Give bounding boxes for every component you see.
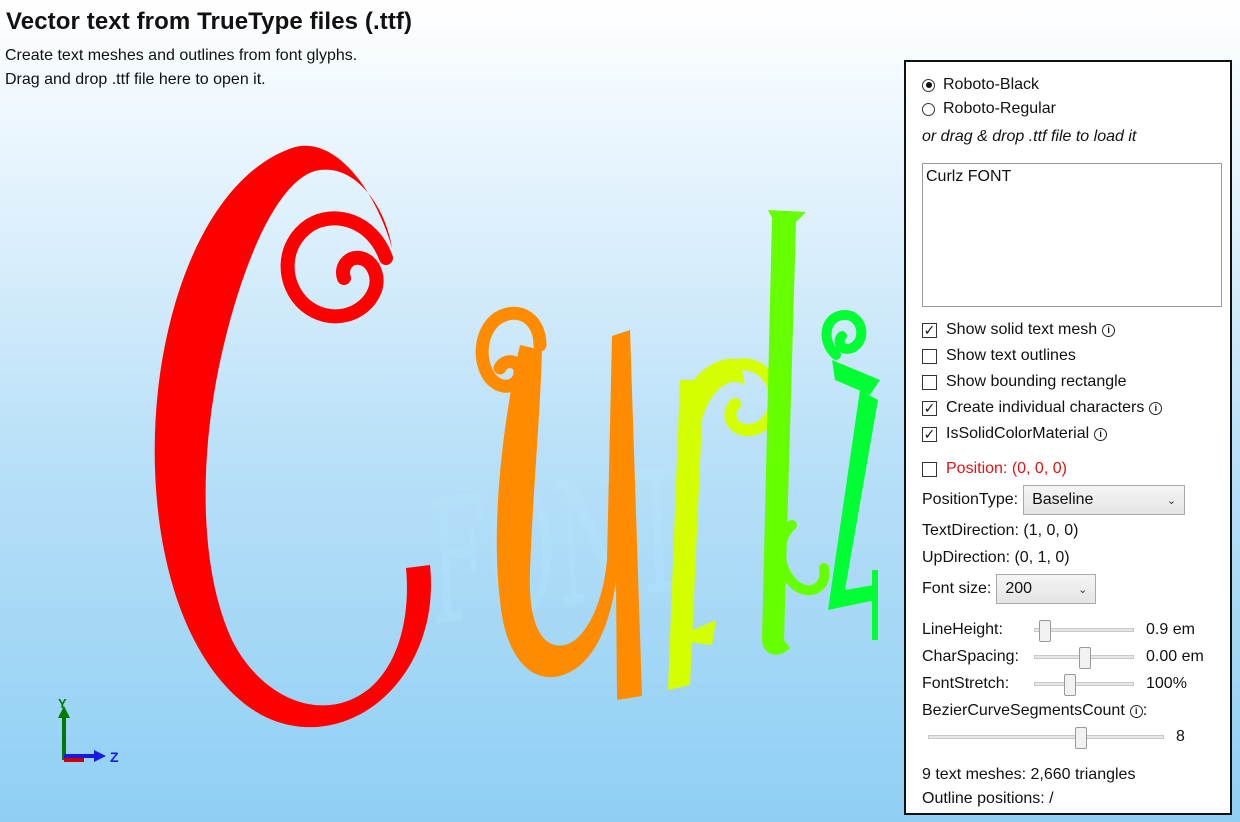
position-type-label: PositionType:: [922, 491, 1019, 508]
info-icon[interactable]: i: [1094, 427, 1108, 441]
font-option-label: Roboto-Black: [943, 76, 1040, 93]
info-icon[interactable]: i: [1149, 401, 1163, 415]
font-stretch-row: FontStretch: 100%: [922, 674, 1187, 696]
3d-viewport[interactable]: FONT: [0, 90, 900, 822]
line-height-value: 0.9 em: [1146, 621, 1195, 638]
bezier-value: 8: [1176, 728, 1185, 745]
info-icon[interactable]: i: [1129, 704, 1143, 718]
checkbox-is-solid-color-material[interactable]: ✓: [922, 426, 937, 442]
bezier-label-suffix: :: [1142, 702, 1148, 719]
option-show-bounding-rectangle[interactable]: Show bounding rectangle: [922, 373, 1127, 391]
bezier-label-row: BezierCurveSegmentsCount i :: [922, 702, 1147, 720]
position-type-row: PositionType: Baseline ⌄: [922, 485, 1186, 515]
font-option-roboto-black[interactable]: Roboto-Black: [922, 76, 1039, 94]
position-type-value: Baseline: [1032, 491, 1094, 508]
page-title: Vector text from TrueType files (.ttf): [6, 8, 413, 35]
option-show-text-outlines[interactable]: Show text outlines: [922, 347, 1076, 365]
letter-c: [154, 145, 431, 728]
outline-positions: Outline positions: /: [922, 790, 1054, 807]
slider-thumb[interactable]: [1074, 727, 1087, 749]
font-stretch-value: 100%: [1146, 675, 1187, 692]
slider-thumb[interactable]: [1039, 620, 1052, 642]
checkbox-position[interactable]: [922, 461, 937, 477]
position-label: Position: (0, 0, 0): [946, 460, 1067, 477]
checkbox-label: Create individual characters: [946, 399, 1145, 416]
char-spacing-label: CharSpacing:: [922, 648, 1019, 665]
letter-l: [762, 210, 830, 655]
letter-r: [668, 358, 782, 690]
mesh-stats: 9 text meshes: 2,660 triangles: [922, 766, 1136, 783]
position-type-select[interactable]: Baseline ⌄: [1023, 485, 1186, 515]
font-stretch-label: FontStretch:: [922, 675, 1010, 692]
slider-thumb[interactable]: [1079, 647, 1091, 669]
checkbox-show-bounding-rectangle[interactable]: [922, 374, 937, 390]
faint-text-label: FONT: [413, 430, 705, 664]
char-spacing-value: 0.00 em: [1146, 648, 1204, 665]
line-height-label: LineHeight:: [922, 621, 1003, 638]
option-position[interactable]: Position: (0, 0, 0): [922, 460, 1067, 478]
subtitle-line-1: Create text meshes and outlines from fon…: [5, 47, 358, 64]
slider-thumb[interactable]: [1064, 674, 1077, 696]
char-spacing-row: CharSpacing: 0.00 em: [922, 647, 1204, 669]
font-option-roboto-regular[interactable]: Roboto-Regular: [922, 100, 1056, 118]
option-create-individual-characters[interactable]: ✓ Create individual characters i: [922, 399, 1163, 417]
z-axis-label: Z: [110, 749, 119, 765]
option-is-solid-color-material[interactable]: ✓ IsSolidColorMaterial i: [922, 425, 1108, 443]
radio-roboto-regular[interactable]: [922, 102, 935, 116]
drag-drop-hint: or drag & drop .ttf file to load it: [922, 128, 1137, 145]
up-direction: UpDirection: (0, 1, 0): [922, 549, 1070, 566]
option-show-solid-text-mesh[interactable]: ✓ Show solid text mesh i: [922, 321, 1116, 339]
subtitle-line-2: Drag and drop .ttf file here to open it.: [5, 71, 266, 88]
font-option-label: Roboto-Regular: [943, 100, 1056, 117]
y-axis-label: Y: [58, 698, 67, 711]
checkbox-show-text-outlines[interactable]: [922, 348, 937, 364]
checkbox-create-individual-characters[interactable]: ✓: [922, 400, 937, 416]
checkbox-label: Show bounding rectangle: [946, 373, 1127, 390]
line-height-slider[interactable]: [1034, 620, 1134, 642]
text-direction: TextDirection: (1, 0, 0): [922, 522, 1079, 539]
text-input[interactable]: Curlz FONT: [922, 163, 1222, 307]
font-stretch-slider[interactable]: [1034, 674, 1134, 696]
bezier-label: BezierCurveSegmentsCount: [922, 702, 1125, 719]
char-spacing-slider[interactable]: [1034, 647, 1134, 669]
chevron-down-icon: ⌄: [1166, 494, 1177, 507]
bezier-slider[interactable]: [928, 727, 1164, 749]
checkbox-label: Show solid text mesh: [946, 321, 1098, 338]
line-height-row: LineHeight: 0.9 em: [922, 620, 1195, 642]
axis-gizmo: Y Z: [58, 698, 119, 765]
radio-roboto-black[interactable]: [922, 78, 935, 92]
faint-font-text: FONT: [413, 430, 705, 664]
checkbox-label: IsSolidColorMaterial: [946, 425, 1090, 442]
font-size-value: 200: [1005, 580, 1033, 597]
font-size-select[interactable]: 200 ⌄: [996, 574, 1097, 604]
z-axis-arrow: [94, 750, 106, 762]
letter-z: [821, 309, 880, 640]
font-size-row: Font size: 200 ⌄: [922, 574, 1097, 604]
checkbox-show-solid-text-mesh[interactable]: ✓: [922, 322, 937, 338]
chevron-down-icon: ⌄: [1078, 583, 1088, 596]
settings-panel: Roboto-Black Roboto-Regular or drag & dr…: [904, 60, 1232, 815]
info-icon[interactable]: i: [1102, 323, 1116, 337]
bezier-slider-row: 8: [928, 727, 1185, 749]
checkbox-label: Show text outlines: [946, 347, 1076, 364]
font-size-label: Font size:: [922, 580, 992, 597]
